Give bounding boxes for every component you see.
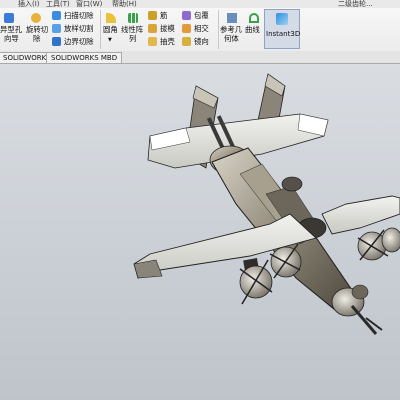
reference-geometry-label-line2: 何体 (224, 34, 239, 43)
revolved-cut-icon (31, 13, 41, 23)
linear-pattern-label-line1: 线性阵 (121, 25, 144, 34)
hide-show-icon[interactable]: ◐ (294, 64, 304, 65)
rib-icon (148, 11, 157, 20)
view-settings-icon[interactable]: ▣ (338, 64, 348, 65)
view-orientation-icon[interactable]: ◆ (264, 64, 274, 65)
curves-icon (249, 13, 259, 23)
previous-view-icon[interactable]: ↶ (234, 64, 244, 65)
swept-cut-icon (52, 11, 61, 20)
ribbon-separator (218, 10, 219, 49)
boundary-cut-label: 边界切除 (64, 37, 94, 46)
reference-geometry-label-line1: 参考几 (220, 25, 243, 34)
edit-appearance-icon[interactable]: ● (308, 64, 318, 65)
swept-cut-button[interactable]: 扫描切除 (52, 10, 100, 22)
instant3d-icon (276, 13, 288, 25)
boundary-cut-button[interactable]: 边界切除 (52, 36, 100, 48)
linear-pattern-label-line2: 列 (129, 34, 137, 43)
lofted-cut-label: 放样切割 (64, 24, 94, 33)
hole-wizard-button[interactable]: 异型孔 向导 (0, 10, 22, 48)
wrap-label: 包覆 (194, 11, 209, 20)
revolved-cut-button[interactable]: 旋转切 除 (25, 10, 51, 48)
wrap-button[interactable]: 包覆 (182, 10, 218, 22)
mirror-button[interactable]: 镜向 (182, 36, 218, 48)
engine-nacelle-4 (381, 227, 400, 253)
revolved-cut-label-line1: 旋转切 (26, 25, 49, 34)
monitor-icon[interactable]: ▭ (352, 64, 362, 65)
fillet-button[interactable]: 圆角 ▼ (103, 10, 120, 48)
engine-nacelle-1 (239, 258, 273, 305)
swept-cut-label: 扫描切除 (64, 11, 94, 20)
linear-pattern-icon (128, 13, 138, 23)
display-style-icon[interactable]: ◉ (280, 64, 290, 65)
intersect-icon (182, 24, 191, 33)
command-manager-tabs: SOLIDWORKS 插件 SOLIDWORKS MBD (0, 51, 400, 64)
rib-label: 筋 (160, 11, 168, 20)
wrap-icon (182, 11, 191, 20)
shell-label: 抽壳 (160, 37, 175, 46)
apply-scene-icon[interactable]: ◌ (324, 64, 334, 65)
shell-icon (148, 37, 157, 46)
curves-button[interactable]: 曲线 (245, 10, 263, 48)
hole-wizard-label-line2: 向导 (4, 34, 19, 43)
instant3d-button[interactable]: Instant3D (264, 9, 300, 49)
curves-label: 曲线 (245, 25, 260, 34)
graphics-viewport[interactable]: ⌕ ⌕ ↶ ◧ ◆ ◉ ◐ ● ◌ ▣ ▭ (0, 64, 400, 400)
intersect-button[interactable]: 相交 (182, 23, 218, 35)
shell-button[interactable]: 抽壳 (148, 36, 180, 48)
lofted-cut-button[interactable]: 放样切割 (52, 23, 100, 35)
aircraft-model (133, 73, 400, 335)
fillet-dropdown-arrow[interactable]: ▼ (108, 36, 112, 45)
hole-wizard-icon (4, 13, 14, 23)
nose-gun (350, 284, 383, 335)
fillet-icon (106, 13, 116, 23)
reference-geometry-icon (227, 13, 237, 23)
boundary-cut-icon (52, 37, 61, 46)
reference-geometry-button[interactable]: 参考几 何体 (220, 10, 244, 48)
heads-up-icons: ⌕ ⌕ ↶ ◧ ◆ ◉ ◐ ● ◌ ▣ ▭ (206, 64, 366, 67)
draft-button[interactable]: 拔模 (148, 23, 180, 35)
draft-label: 拔模 (160, 24, 175, 33)
fillet-label: 圆角 (103, 25, 118, 34)
instant3d-label: Instant3D (266, 30, 301, 38)
mirror-icon (182, 37, 191, 46)
rib-button[interactable]: 筋 (148, 10, 180, 22)
intersect-label: 相交 (194, 24, 209, 33)
tab-solidworks-mbd[interactable]: SOLIDWORKS MBD (46, 52, 123, 63)
revolved-cut-label-line2: 除 (33, 34, 41, 43)
section-view-icon[interactable]: ◧ (248, 64, 258, 65)
zoom-area-icon[interactable]: ⌕ (220, 64, 230, 65)
mirror-label: 镜向 (194, 37, 209, 46)
draft-icon (148, 24, 157, 33)
zoom-to-fit-icon[interactable]: ⌕ (206, 64, 216, 65)
linear-pattern-button[interactable]: 线性阵 列 (121, 10, 145, 48)
lofted-cut-icon (52, 24, 61, 33)
features-ribbon: 异型孔 向导 旋转切 除 扫描切除 放样切割 边界切除 圆角 ▼ 线性阵 列 筋… (0, 8, 400, 52)
ribbon-separator (100, 10, 101, 49)
main-wing-right (321, 195, 400, 235)
hole-wizard-label-line1: 异型孔 (0, 25, 23, 34)
